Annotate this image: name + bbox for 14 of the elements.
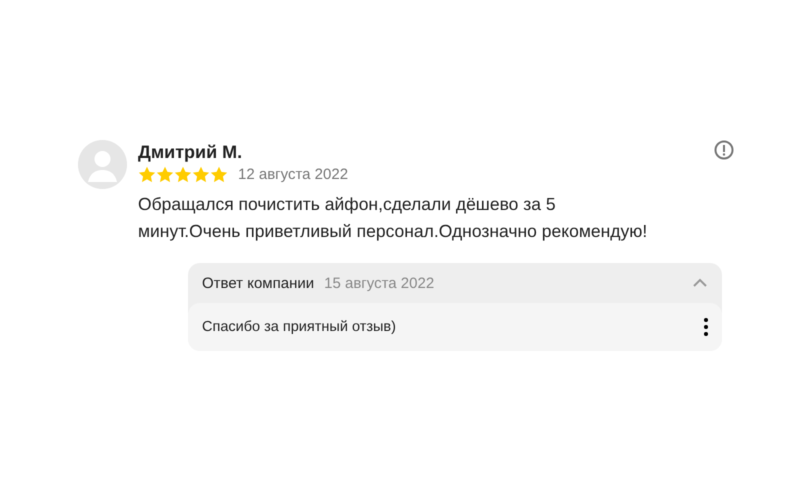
more-icon[interactable] [704, 318, 708, 336]
reply-date: 15 августа 2022 [324, 274, 434, 292]
star-icon [156, 166, 174, 183]
warning-icon[interactable] [714, 140, 734, 160]
author-name[interactable]: Дмитрий М. [138, 142, 738, 163]
reply-title: Ответ компании [202, 274, 314, 292]
review-date: 12 августа 2022 [238, 166, 348, 183]
review-text: Обращался почистить айфон,сделали дёшево за 5 минут.Очень приветливый персонал.Однозначно рекомендую! [138, 193, 648, 243]
star-icon [210, 166, 228, 183]
star-icon [174, 166, 192, 183]
star-icon [138, 166, 156, 183]
chevron-icon[interactable] [692, 278, 708, 288]
reply-text: Спасибо за приятный отзыв) [202, 319, 396, 335]
star-icon [192, 166, 210, 183]
